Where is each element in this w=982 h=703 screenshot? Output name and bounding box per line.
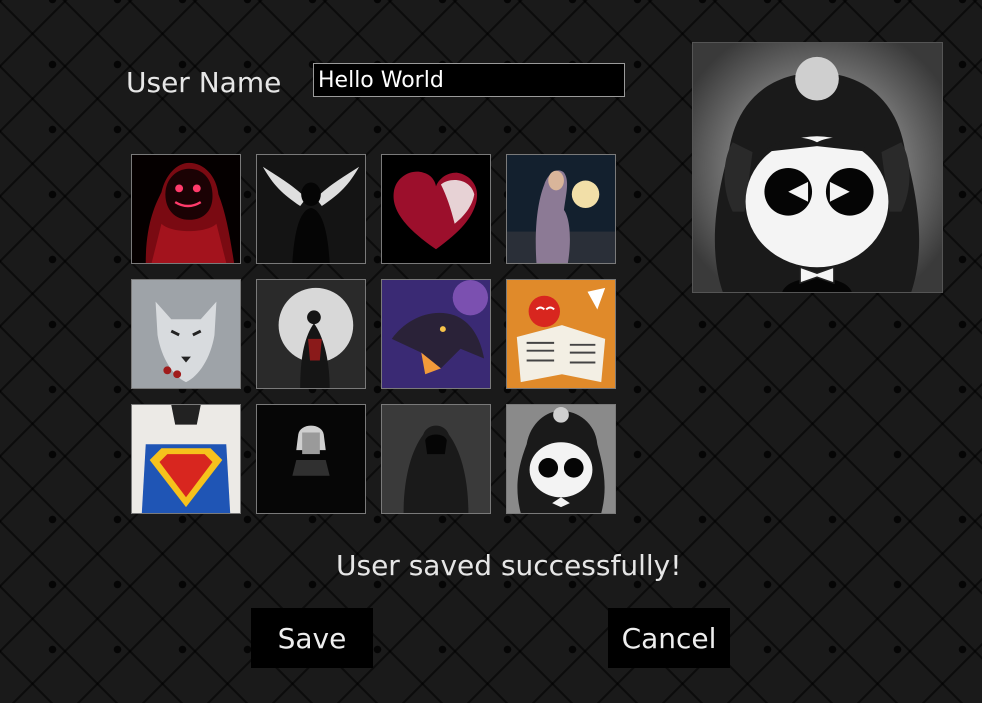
woman-holding-glowing-moon-icon — [507, 155, 615, 263]
selected-avatar-preview — [692, 42, 943, 293]
avatar-option-heart[interactable] — [381, 154, 491, 264]
cancel-button[interactable]: Cancel — [608, 608, 730, 668]
avatar-option-hooded-figure[interactable] — [381, 404, 491, 514]
avatar-option-superman[interactable] — [131, 404, 241, 514]
samurai-under-moon-icon — [257, 280, 365, 388]
user-name-input[interactable] — [313, 63, 625, 97]
snow-wolf-icon — [132, 280, 240, 388]
avatar-option-samurai[interactable] — [256, 279, 366, 389]
avatar-grid — [131, 154, 621, 518]
spider-man-reading-newspaper-icon — [507, 280, 615, 388]
save-button[interactable]: Save — [251, 608, 373, 668]
avatar-option-joker[interactable] — [256, 404, 366, 514]
cartoon-girl-bw-icon — [507, 405, 615, 513]
crimson-heart-icon — [382, 155, 490, 263]
avatar-option-cartoon-girl[interactable] — [506, 404, 616, 514]
hooded-figure-dark-icon — [382, 405, 490, 513]
cartoon-girl-bw-icon — [693, 43, 942, 292]
avatar-option-red-hood[interactable] — [131, 154, 241, 264]
purple-dragon-icon — [382, 280, 490, 388]
joker-dark-icon — [257, 405, 365, 513]
angel-wings-silhouette-icon — [257, 155, 365, 263]
status-message: User saved successfully! — [336, 549, 682, 582]
avatar-option-angel-wings[interactable] — [256, 154, 366, 264]
superman-shirt-rip-icon — [132, 405, 240, 513]
user-name-label: User Name — [126, 66, 282, 99]
avatar-option-moon-woman[interactable] — [506, 154, 616, 264]
avatar-option-wolf[interactable] — [131, 279, 241, 389]
avatar-option-spider-man[interactable] — [506, 279, 616, 389]
avatar-option-dragon[interactable] — [381, 279, 491, 389]
red-hooded-neon-mask-icon — [132, 155, 240, 263]
